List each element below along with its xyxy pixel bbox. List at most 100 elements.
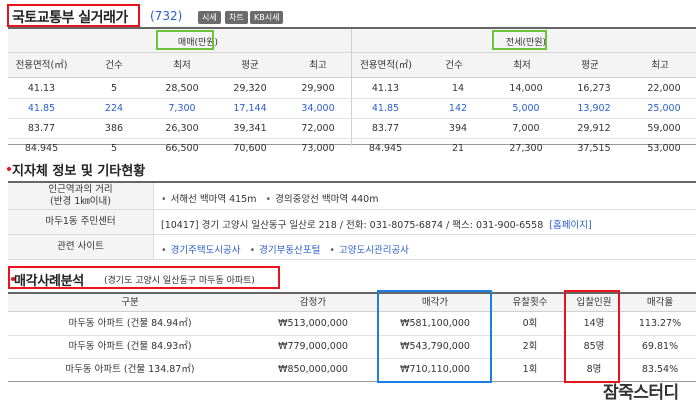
sale-cell: 70,600	[233, 143, 267, 154]
bullet-icon: •	[249, 245, 256, 256]
sale-cell: 73,000	[301, 143, 335, 154]
jeonse-cell: 5,000	[512, 103, 540, 114]
info-head-sites-label: 관련 사이트	[57, 241, 104, 252]
sale-cell: 72,000	[301, 123, 335, 134]
auction-appraisal: ₩513,000,000	[278, 318, 348, 329]
col-failures: 유찰횟수	[512, 297, 548, 308]
transaction-count: (732)	[150, 9, 183, 23]
sale-cell: 84.945	[24, 143, 59, 154]
jeonse-cell: 14,000	[509, 83, 543, 94]
jeonse-cell: 83.77	[371, 123, 400, 134]
sale-cell: 66,500	[165, 143, 199, 154]
jeonse-cell: 25,000	[647, 103, 681, 114]
info-row-station: 인근역과의 거리 (반경 1㎞이내) • 서해선 백마역 415m • 경의중앙선 …	[8, 183, 696, 210]
station-item: 경의중앙선 백마역 440m	[275, 194, 379, 205]
col-sale-rate: 매각율	[646, 297, 674, 308]
col-min: 최저	[173, 60, 191, 71]
auction-sale-rate: 113.27%	[638, 318, 682, 329]
bullet-icon: •	[161, 245, 167, 256]
section-bullet	[7, 167, 11, 171]
info-head-station-line1: 인근역과의 거리	[48, 184, 113, 195]
sale-cell: 386	[104, 123, 124, 134]
bidders-highlight-box	[564, 290, 620, 383]
tag-kb-price[interactable]: KB시세	[250, 11, 284, 24]
jeonse-label-highlight-box	[492, 30, 547, 50]
sale-cell: 29,320	[233, 83, 267, 94]
jeonse-cell: 7,000	[512, 123, 540, 134]
info-head-office-label: 마두1동 주민센터	[45, 216, 116, 227]
auction-subtitle: (경기도 고양시 일산동구 마두동 아파트)	[104, 276, 255, 286]
bullet-icon: •	[329, 245, 335, 256]
local-info-table: 인근역과의 거리 (반경 1㎞이내) • 서해선 백마역 415m • 경의중앙선 …	[8, 181, 696, 260]
bullet-icon: •	[265, 194, 272, 205]
auction-category: 마두동 아파트 (건물 134.87㎡)	[65, 364, 195, 375]
sale-price-highlight-box	[377, 290, 492, 383]
col-min: 최저	[513, 60, 531, 71]
auction-appraisal: ₩779,000,000	[278, 341, 348, 352]
jeonse-cell: 41.13	[371, 83, 400, 94]
jeonse-cell: 84.945	[368, 143, 403, 154]
local-info-title: 지자체 정보 및 기타현황	[12, 164, 146, 179]
info-head-office: 마두1동 주민센터	[8, 210, 154, 234]
jeonse-cell: 59,000	[647, 123, 681, 134]
jeonse-cell: 142	[448, 103, 468, 114]
jeonse-cell: 53,000	[647, 143, 681, 154]
auction-appraisal: ₩850,000,000	[278, 364, 348, 375]
auction-sale-rate: 69.81%	[641, 341, 679, 352]
site-link[interactable]: 경기부동산포털	[259, 245, 320, 256]
jeonse-cell: 14	[451, 83, 465, 94]
office-address: [10417] 경기 고양시 일산동구 일산로 218 / 전화: 031-80…	[161, 220, 544, 231]
sale-cell: 39,341	[233, 123, 267, 134]
col-count: 건수	[105, 60, 123, 71]
jeonse-cell: 16,273	[577, 83, 611, 94]
info-row-office: 마두1동 주민센터 [10417] 경기 고양시 일산동구 일산로 218 / …	[8, 210, 696, 235]
sale-cell: 41.85	[27, 103, 56, 114]
jeonse-cell: 21	[451, 143, 465, 154]
jeonse-cell: 394	[448, 123, 468, 134]
col-category: 구분	[121, 297, 139, 308]
auction-failures: 2회	[522, 341, 538, 352]
homepage-link[interactable]: [홈페이지]	[549, 220, 591, 231]
col-area: 전용면적(㎡)	[360, 60, 412, 71]
price-table: 매매(만원) 전세(만원) 전용면적(㎡) 건수 최저 평균 최고 전용면적(㎡…	[8, 27, 696, 154]
sale-cell: 26,300	[165, 123, 199, 134]
sale-label-highlight-box	[156, 30, 214, 50]
col-max: 최고	[651, 60, 669, 71]
tag-chart[interactable]: 차트	[225, 11, 248, 24]
info-row-sites: 관련 사이트 • 경기주택도시공사 • 경기부동산포털 • 고양도시관리공사	[8, 235, 696, 260]
col-appraisal: 감정가	[299, 297, 327, 308]
info-head-station: 인근역과의 거리 (반경 1㎞이내)	[8, 183, 154, 209]
jeonse-cell: 27,300	[509, 143, 543, 154]
price-table-column-header: 전용면적(㎡) 건수 최저 평균 최고 전용면적(㎡) 건수 최저 평균 최고	[8, 53, 696, 78]
site-link[interactable]: 경기주택도시공사	[171, 245, 241, 256]
jeonse-cell: 29,912	[577, 123, 611, 134]
tag-market-price[interactable]: 시세	[198, 11, 221, 24]
auction-failures: 1회	[522, 364, 538, 375]
sale-cell: 83.77	[27, 123, 56, 134]
auction-title: 매각사례분석	[14, 274, 84, 289]
bullet-icon: •	[161, 194, 167, 205]
jeonse-cell: 13,902	[577, 103, 611, 114]
watermark: 잠죽스터디	[603, 383, 679, 403]
auction-category: 마두동 아파트 (건물 84.93㎡)	[68, 341, 192, 352]
sale-cell: 17,144	[233, 103, 267, 114]
sale-cell: 41.13	[27, 83, 56, 94]
auction-failures: 0회	[522, 318, 538, 329]
jeonse-cell: 37,515	[577, 143, 611, 154]
col-max: 최고	[309, 60, 327, 71]
sale-cell: 5	[110, 83, 118, 94]
jeonse-cell: 41.85	[371, 103, 400, 114]
sale-cell: 224	[104, 103, 124, 114]
sale-cell: 34,000	[301, 103, 335, 114]
sale-cell: 29,900	[301, 83, 335, 94]
info-head-station-line2: (반경 1㎞이내)	[50, 196, 111, 207]
sale-cell: 28,500	[165, 83, 199, 94]
station-item: 서해선 백마역 415m	[170, 194, 257, 205]
sale-cell: 5	[110, 143, 118, 154]
site-link[interactable]: 고양도시관리공사	[339, 245, 409, 256]
related-sites: • 경기주택도시공사 • 경기부동산포털 • 고양도시관리공사	[161, 242, 409, 256]
jeonse-cell: 22,000	[647, 83, 681, 94]
sale-cell: 7,300	[168, 103, 196, 114]
price-table-group-header: 매매(만원) 전세(만원)	[8, 29, 696, 53]
col-avg: 평균	[581, 60, 599, 71]
